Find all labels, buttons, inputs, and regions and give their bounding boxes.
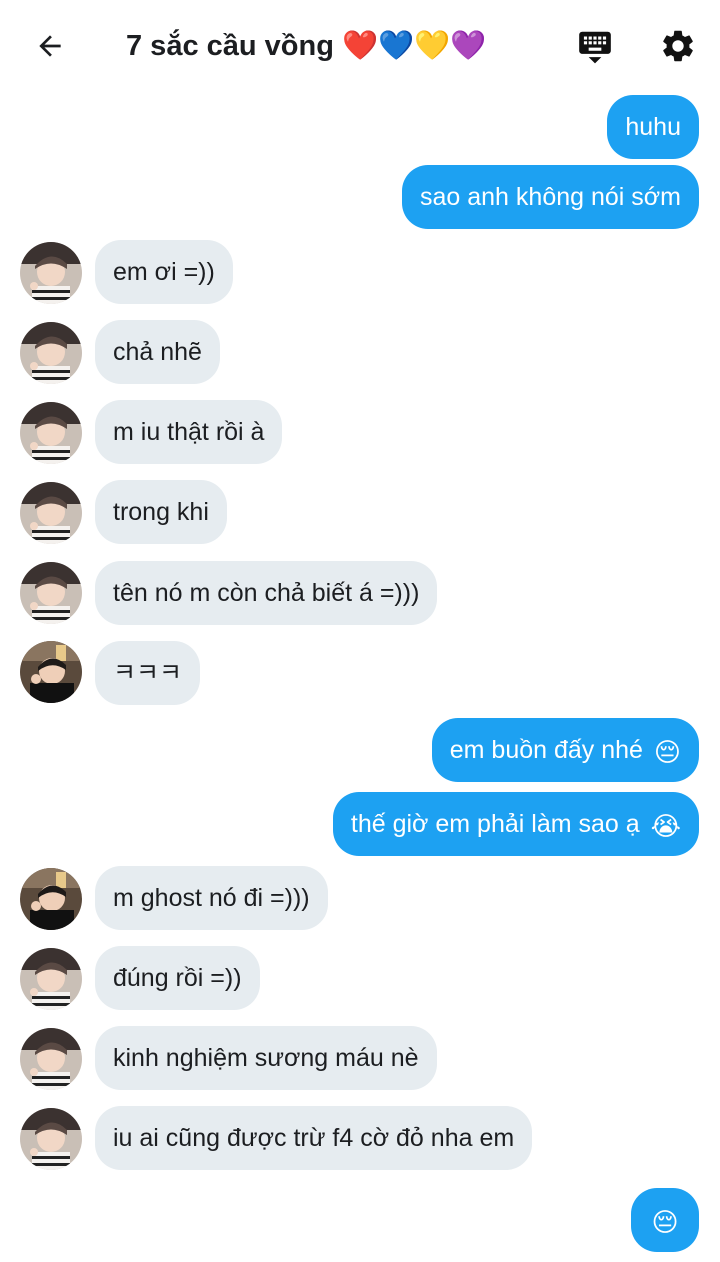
message-in-8[interactable]: đúng rồi =))	[95, 946, 260, 1010]
message-text: em ơi =))	[113, 258, 215, 286]
title-text: 7 sắc cầu vồng	[126, 30, 334, 62]
message-text: m ghost nó đi =)))	[113, 884, 310, 912]
message-in-9[interactable]: kinh nghiệm sương máu nè	[95, 1026, 437, 1090]
heart-emoji-blue: 💙	[378, 30, 415, 62]
pensive-face-emoji: 😔	[653, 737, 681, 767]
avatar[interactable]	[20, 868, 82, 930]
message-in-3[interactable]: m iu thật rồi à	[95, 400, 283, 464]
message-out-3[interactable]: em buồn đấy nhé 😔	[431, 718, 699, 782]
avatar[interactable]	[20, 1108, 82, 1170]
message-text: m iu thật rồi à	[113, 418, 265, 446]
avatar[interactable]	[20, 402, 82, 464]
avatar[interactable]	[20, 1028, 82, 1090]
message-in-2[interactable]: chả nhẽ	[95, 320, 220, 384]
conversation-title: 7 sắc cầu vồng ❤️💙💛💜	[126, 26, 486, 66]
crying-face-emoji: 😭	[650, 811, 681, 841]
heart-emoji-red: ❤️	[342, 30, 379, 62]
avatar[interactable]	[20, 641, 82, 703]
message-text: tên nó m còn chả biết á =)))	[113, 579, 420, 607]
message-text: trong khi	[113, 498, 209, 526]
avatar[interactable]	[20, 948, 82, 1010]
back-arrow-icon	[39, 35, 61, 57]
chat-header: 7 sắc cầu vồng ❤️💙💛💜	[0, 0, 720, 92]
message-text: đúng rồi =))	[113, 964, 242, 992]
message-text: em buồn đấy nhé	[449, 736, 643, 764]
avatar[interactable]	[20, 482, 82, 544]
keyboard-icon	[579, 31, 611, 64]
pensive-face-emoji: 😔	[651, 1207, 679, 1237]
keyboard-button[interactable]	[573, 24, 617, 68]
message-in-1[interactable]: em ơi =))	[95, 240, 233, 304]
heart-emoji-yellow: 💛	[414, 30, 451, 62]
message-out-1[interactable]: huhu	[607, 95, 699, 159]
message-in-7[interactable]: m ghost nó đi =)))	[95, 866, 328, 930]
message-text: chả nhẽ	[113, 338, 202, 366]
message-text: iu ai cũng được trừ f4 cờ đỏ nha em	[113, 1124, 515, 1152]
avatar[interactable]	[20, 322, 82, 384]
message-out-4[interactable]: thế giờ em phải làm sao ạ 😭	[332, 792, 699, 856]
message-text: huhu	[625, 113, 681, 141]
message-in-5[interactable]: tên nó m còn chả biết á =)))	[95, 561, 438, 625]
message-text: sao anh không nói sớm	[420, 183, 681, 211]
gear-icon	[663, 30, 693, 62]
heart-emoji-purple: 💜	[450, 30, 487, 62]
message-text: kinh nghiệm sương máu nè	[113, 1044, 419, 1072]
avatar[interactable]	[20, 242, 82, 304]
message-in-10[interactable]: iu ai cũng được trừ f4 cờ đỏ nha em	[95, 1106, 533, 1170]
message-out-2[interactable]: sao anh không nói sớm	[402, 165, 699, 229]
message-text: thế giờ em phải làm sao ạ	[350, 810, 640, 838]
settings-button[interactable]	[656, 24, 700, 68]
back-button[interactable]	[28, 24, 72, 68]
avatar[interactable]	[20, 562, 82, 624]
message-in-4[interactable]: trong khi	[95, 480, 227, 544]
message-text: ㅋㅋㅋ	[113, 659, 183, 687]
message-out-5[interactable]: 😔	[631, 1188, 699, 1252]
message-in-6[interactable]: ㅋㅋㅋ	[95, 641, 201, 705]
